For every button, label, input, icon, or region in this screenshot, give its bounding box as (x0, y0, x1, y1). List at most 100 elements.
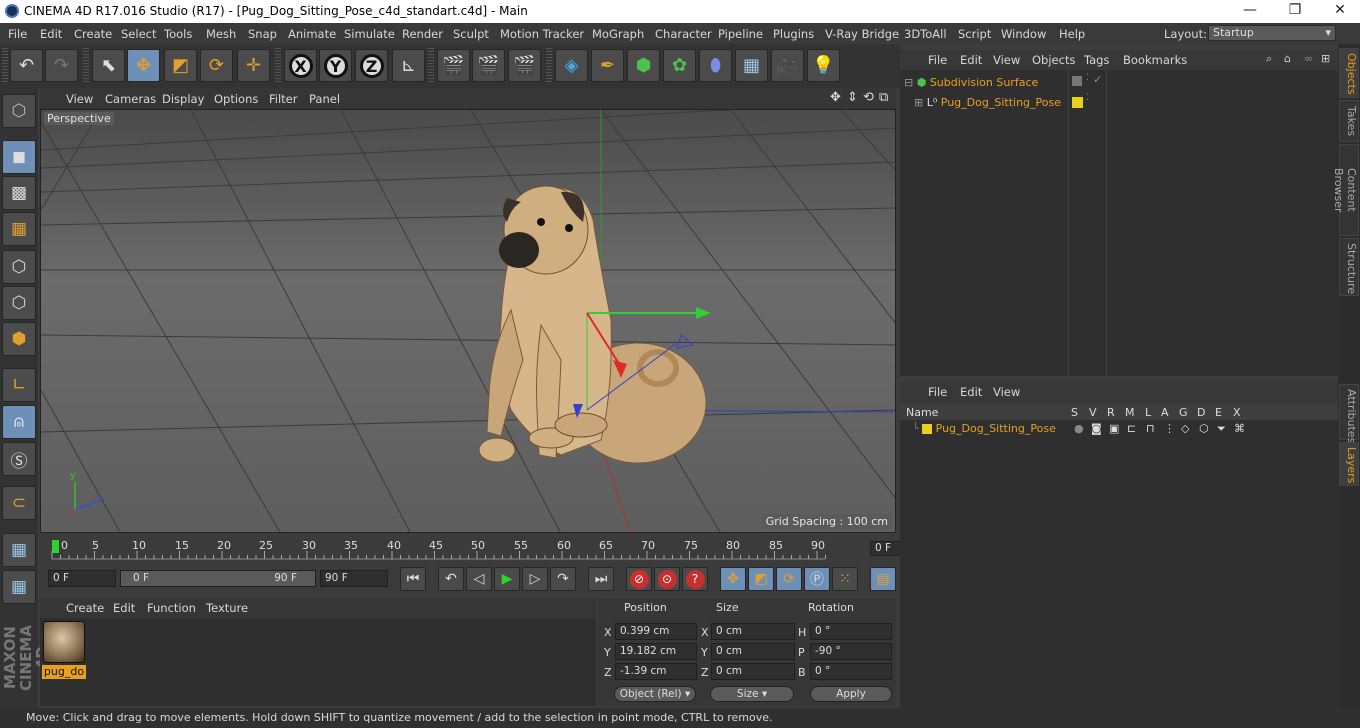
record-position-button[interactable]: ✥ (720, 567, 746, 591)
tab-layers[interactable]: Layers (1339, 442, 1359, 486)
col-name[interactable]: Name (906, 406, 938, 419)
live-selection-button[interactable]: ⬉ (92, 49, 125, 82)
size-mode-select[interactable]: Size ▾ (710, 686, 794, 702)
prev-key-button[interactable]: ↶ (438, 567, 464, 591)
col-solo[interactable]: S (1071, 406, 1078, 419)
viewport-menu-view[interactable]: View (66, 92, 93, 106)
rotation-p-field[interactable]: -90 ° (810, 643, 892, 660)
tab-structure[interactable]: Structure (1339, 238, 1359, 296)
go-to-end-button[interactable]: ⏭ (588, 567, 614, 591)
home-icon[interactable]: ⌂ (1284, 52, 1291, 65)
workplane-button[interactable]: ▦ (2, 212, 36, 246)
object-row-pug[interactable]: ⊞ L⁰ Pug_Dog_Sitting_Pose (914, 96, 1061, 109)
make-editable-button[interactable]: ⬡ (2, 94, 36, 128)
solo-dot-icon[interactable]: ● (1074, 422, 1084, 435)
maximize-button[interactable]: ❐ (1285, 2, 1305, 18)
y-axis-lock-button[interactable]: Y (319, 49, 352, 82)
viewport-menu-panel[interactable]: Panel (309, 92, 340, 106)
menu-window[interactable]: Window (1001, 27, 1046, 41)
apply-button[interactable]: Apply (810, 686, 892, 702)
menu-mograph[interactable]: MoGraph (592, 27, 644, 41)
col-expressions[interactable]: E (1215, 406, 1222, 419)
menu-select[interactable]: Select (121, 27, 156, 41)
record-parameter-button[interactable]: Ⓟ (804, 567, 830, 591)
material-menu-create[interactable]: Create (66, 601, 104, 615)
viewport-menu-options[interactable]: Options (214, 92, 258, 106)
menu-plugins[interactable]: Plugins (773, 27, 814, 41)
col-animation[interactable]: A (1161, 406, 1169, 419)
solo-button[interactable]: Ⓢ (2, 442, 36, 476)
menu-snap[interactable]: Snap (248, 27, 277, 41)
deformer-icon[interactable]: ⬡ (1199, 422, 1209, 435)
layers-menu-file[interactable]: File (928, 385, 947, 399)
menu-sculpt[interactable]: Sculpt (453, 27, 489, 41)
col-generators[interactable]: G (1179, 406, 1188, 419)
position-y-field[interactable]: 19.182 cm (615, 643, 697, 660)
x-axis-lock-button[interactable]: X (284, 49, 317, 82)
menu-pipeline[interactable]: Pipeline (718, 27, 763, 41)
generator-icon[interactable]: ◇ (1181, 422, 1189, 435)
layer-color-swatch[interactable] (1072, 97, 1083, 108)
play-button[interactable]: ▶ (494, 567, 520, 591)
record-active-button[interactable]: ⊘ (626, 567, 652, 591)
max-frame-field[interactable]: 90 F (320, 570, 388, 587)
enabled-check-icon[interactable]: ✓ (1093, 73, 1102, 86)
visibility-dots-icon[interactable]: ⁚ (1086, 93, 1089, 103)
objects-menu-edit[interactable]: Edit (960, 53, 982, 67)
size-x-field[interactable]: 0 cm (711, 623, 795, 640)
min-frame-field[interactable]: 0 F (48, 570, 116, 587)
animation-film-icon[interactable]: ⋮ (1164, 422, 1175, 435)
material-menu-function[interactable]: Function (147, 601, 196, 615)
viewport-menu-cameras[interactable]: Cameras (105, 92, 156, 106)
material-preview-thumbnail[interactable] (43, 621, 85, 663)
workplane-snap-button[interactable]: ▦ (2, 570, 36, 604)
collapse-icon[interactable]: ⊟ (904, 76, 913, 89)
prev-frame-button[interactable]: ◁ (466, 567, 492, 591)
menu-edit[interactable]: Edit (40, 27, 62, 41)
tab-attributes[interactable]: Attributes (1339, 384, 1359, 443)
move-tool-button[interactable]: ✥ (127, 49, 160, 82)
menu-script[interactable]: Script (958, 27, 991, 41)
objects-menu-file[interactable]: File (928, 53, 947, 67)
model-mode-button[interactable]: ◼ (2, 140, 36, 174)
record-pla-button[interactable]: ⁙ (832, 567, 858, 591)
polygons-mode-button[interactable]: ⬢ (2, 322, 36, 356)
coordinate-system-button[interactable]: ⊾ (392, 49, 425, 82)
position-x-field[interactable]: 0.399 cm (615, 623, 697, 640)
next-key-button[interactable]: ↷ (550, 567, 576, 591)
add-light-button[interactable]: 💡 (807, 49, 840, 82)
objects-menu-view[interactable]: View (993, 53, 1020, 67)
layer-color-swatch[interactable] (922, 424, 933, 434)
frame-range-slider[interactable]: 0 F 90 F (120, 570, 316, 587)
snapping-button[interactable]: ⊂ (2, 486, 36, 520)
expand-icon[interactable]: ⊞ (914, 96, 923, 109)
render-picture-viewer-button[interactable]: 🎬 (472, 49, 505, 82)
enable-axis-button[interactable]: ∟ (2, 368, 36, 402)
pug-dog-model[interactable] (478, 185, 707, 464)
add-spline-pen-button[interactable]: ✒ (591, 49, 624, 82)
menu-3dtoall[interactable]: 3DToAll (904, 27, 947, 41)
workplane-lock-button[interactable]: ▦ (2, 533, 36, 567)
material-menu-edit[interactable]: Edit (113, 601, 135, 615)
add-subdivision-button[interactable]: ⬢ (627, 49, 660, 82)
scale-tool-button[interactable]: ◩ (164, 49, 197, 82)
menu-motion-tracker[interactable]: Motion Tracker (500, 27, 584, 41)
texture-mode-button[interactable]: ▩ (2, 176, 36, 210)
expression-icon[interactable]: ⏷ (1217, 422, 1226, 436)
material-name-label[interactable]: pug_do (42, 665, 86, 679)
manager-tree-icon[interactable]: ⊏ (1127, 422, 1136, 435)
search-icon[interactable]: ⌕ (1266, 52, 1272, 66)
render-clapper-icon[interactable]: ▣ (1109, 422, 1119, 435)
layout-select[interactable]: Startup ▾ (1208, 25, 1336, 41)
layer-row[interactable]: └ Pug_Dog_Sitting_Pose (912, 422, 1056, 435)
link-icon[interactable]: ∞ (1304, 52, 1313, 65)
visibility-dots-icon[interactable]: ⁚ (1086, 73, 1089, 83)
menu-character[interactable]: Character (655, 27, 712, 41)
rotation-b-field[interactable]: 0 ° (810, 663, 892, 680)
z-axis-lock-button[interactable]: Z (355, 49, 388, 82)
viewport-zoom-icon[interactable]: ⇕ (847, 90, 858, 105)
edges-mode-button[interactable]: ⬡ (2, 286, 36, 320)
xref-icon[interactable]: ⌘ (1234, 422, 1245, 435)
add-deformer-button[interactable]: ⬮ (699, 49, 732, 82)
viewport-menu-filter[interactable]: Filter (269, 92, 297, 106)
